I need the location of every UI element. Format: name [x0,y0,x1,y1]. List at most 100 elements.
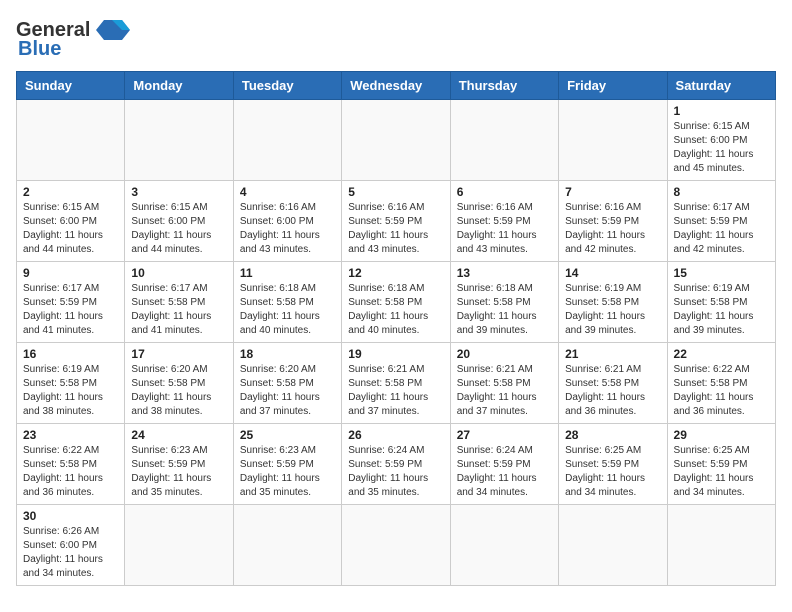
logo-area: General Blue [16,16,130,61]
week-row-3: 9 Sunrise: 6:17 AMSunset: 5:59 PMDaylight… [17,262,776,343]
week-row-5: 23Sunrise: 6:22 AMSunset: 5:58 PMDayligh… [17,424,776,505]
day-number: 21 [565,347,660,361]
day-cell: 27 Sunrise: 6:24 AMSunset: 5:59 PMDayligh… [450,424,558,505]
day-info: Sunrise: 6:20 AMSunset: 5:58 PMDaylight:… [131,363,226,419]
day-number: 3 [131,185,226,199]
day-cell [342,100,450,181]
day-cell: 6 Sunrise: 6:16 AMSunset: 5:59 PMDaylight… [450,181,558,262]
day-info: Sunrise: 6:19 AMSunset: 5:58 PMDaylight:… [23,363,118,419]
day-cell: 20 Sunrise: 6:21 AMSunset: 5:58 PMDayligh… [450,343,558,424]
day-number: 14 [565,266,660,280]
day-number: 18 [240,347,335,361]
day-cell: 30 Sunrise: 6:26 AMSunset: 6:00 PMDayligh… [17,505,125,586]
day-number: 26 [348,428,443,442]
day-header-thursday: Thursday [450,72,558,100]
header: General Blue [16,16,776,61]
day-cell: 25 Sunrise: 6:23 AMSunset: 5:59 PMDayligh… [233,424,341,505]
day-number: 27 [457,428,552,442]
day-info: Sunrise: 6:26 AMSunset: 6:00 PMDaylight:… [23,525,118,581]
day-header-monday: Monday [125,72,233,100]
week-row-2: 2 Sunrise: 6:15 AMSunset: 6:00 PMDaylight… [17,181,776,262]
day-header-wednesday: Wednesday [342,72,450,100]
day-cell: 5 Sunrise: 6:16 AMSunset: 5:59 PMDaylight… [342,181,450,262]
day-cell: 1 Sunrise: 6:15 AMSunset: 6:00 PMDaylight… [667,100,775,181]
day-info: Sunrise: 6:23 AMSunset: 5:59 PMDaylight:… [131,444,226,500]
day-info: Sunrise: 6:17 AMSunset: 5:59 PMDaylight:… [23,282,118,338]
week-row-1: 1 Sunrise: 6:15 AMSunset: 6:00 PMDaylight… [17,100,776,181]
day-info: Sunrise: 6:24 AMSunset: 5:59 PMDaylight:… [348,444,443,500]
day-number: 10 [131,266,226,280]
days-header-row: SundayMondayTuesdayWednesdayThursdayFrid… [17,72,776,100]
day-cell: 24Sunrise: 6:23 AMSunset: 5:59 PMDayligh… [125,424,233,505]
day-cell [17,100,125,181]
day-info: Sunrise: 6:16 AMSunset: 5:59 PMDaylight:… [565,201,660,257]
day-info: Sunrise: 6:21 AMSunset: 5:58 PMDaylight:… [457,363,552,419]
day-info: Sunrise: 6:15 AMSunset: 6:00 PMDaylight:… [23,201,118,257]
day-info: Sunrise: 6:17 AMSunset: 5:59 PMDaylight:… [674,201,769,257]
day-cell: 10Sunrise: 6:17 AMSunset: 5:58 PMDayligh… [125,262,233,343]
day-info: Sunrise: 6:16 AMSunset: 5:59 PMDaylight:… [348,201,443,257]
day-cell [559,505,667,586]
day-info: Sunrise: 6:15 AMSunset: 6:00 PMDaylight:… [131,201,226,257]
day-header-saturday: Saturday [667,72,775,100]
day-info: Sunrise: 6:20 AMSunset: 5:58 PMDaylight:… [240,363,335,419]
day-info: Sunrise: 6:22 AMSunset: 5:58 PMDaylight:… [674,363,769,419]
day-cell: 29 Sunrise: 6:25 AMSunset: 5:59 PMDayligh… [667,424,775,505]
day-cell: 16 Sunrise: 6:19 AMSunset: 5:58 PMDayligh… [17,343,125,424]
day-info: Sunrise: 6:23 AMSunset: 5:59 PMDaylight:… [240,444,335,500]
day-cell [342,505,450,586]
day-number: 5 [348,185,443,199]
day-info: Sunrise: 6:25 AMSunset: 5:59 PMDaylight:… [674,444,769,500]
day-number: 16 [23,347,118,361]
calendar-table: SundayMondayTuesdayWednesdayThursdayFrid… [16,71,776,586]
day-cell: 7 Sunrise: 6:16 AMSunset: 5:59 PMDaylight… [559,181,667,262]
day-number: 15 [674,266,769,280]
day-number: 12 [348,266,443,280]
week-row-6: 30 Sunrise: 6:26 AMSunset: 6:00 PMDayligh… [17,505,776,586]
day-cell: 3 Sunrise: 6:15 AMSunset: 6:00 PMDaylight… [125,181,233,262]
day-info: Sunrise: 6:21 AMSunset: 5:58 PMDaylight:… [565,363,660,419]
day-number: 9 [23,266,118,280]
day-cell [667,505,775,586]
day-number: 28 [565,428,660,442]
week-row-4: 16 Sunrise: 6:19 AMSunset: 5:58 PMDayligh… [17,343,776,424]
day-number: 29 [674,428,769,442]
day-header-tuesday: Tuesday [233,72,341,100]
day-cell [125,505,233,586]
day-cell: 17Sunrise: 6:20 AMSunset: 5:58 PMDayligh… [125,343,233,424]
day-number: 19 [348,347,443,361]
day-info: Sunrise: 6:16 AMSunset: 5:59 PMDaylight:… [457,201,552,257]
day-number: 7 [565,185,660,199]
day-info: Sunrise: 6:19 AMSunset: 5:58 PMDaylight:… [674,282,769,338]
day-number: 30 [23,509,118,523]
day-cell: 18 Sunrise: 6:20 AMSunset: 5:58 PMDayligh… [233,343,341,424]
day-cell: 2 Sunrise: 6:15 AMSunset: 6:00 PMDaylight… [17,181,125,262]
day-info: Sunrise: 6:25 AMSunset: 5:59 PMDaylight:… [565,444,660,500]
day-number: 23 [23,428,118,442]
logo-icon [94,16,130,44]
day-cell: 9 Sunrise: 6:17 AMSunset: 5:59 PMDaylight… [17,262,125,343]
day-info: Sunrise: 6:19 AMSunset: 5:58 PMDaylight:… [565,282,660,338]
day-number: 1 [674,104,769,118]
day-cell: 12Sunrise: 6:18 AMSunset: 5:58 PMDayligh… [342,262,450,343]
day-cell: 13 Sunrise: 6:18 AMSunset: 5:58 PMDayligh… [450,262,558,343]
day-number: 6 [457,185,552,199]
day-cell [450,505,558,586]
day-number: 25 [240,428,335,442]
day-header-sunday: Sunday [17,72,125,100]
day-number: 13 [457,266,552,280]
day-cell: 22 Sunrise: 6:22 AMSunset: 5:58 PMDayligh… [667,343,775,424]
day-info: Sunrise: 6:24 AMSunset: 5:59 PMDaylight:… [457,444,552,500]
day-number: 22 [674,347,769,361]
day-cell: 14 Sunrise: 6:19 AMSunset: 5:58 PMDayligh… [559,262,667,343]
day-cell: 8Sunrise: 6:17 AMSunset: 5:59 PMDaylight… [667,181,775,262]
day-info: Sunrise: 6:15 AMSunset: 6:00 PMDaylight:… [674,120,769,176]
day-info: Sunrise: 6:18 AMSunset: 5:58 PMDaylight:… [457,282,552,338]
day-number: 2 [23,185,118,199]
day-cell: 19Sunrise: 6:21 AMSunset: 5:58 PMDayligh… [342,343,450,424]
day-cell [233,505,341,586]
day-cell: 21 Sunrise: 6:21 AMSunset: 5:58 PMDayligh… [559,343,667,424]
day-cell: 15 Sunrise: 6:19 AMSunset: 5:58 PMDayligh… [667,262,775,343]
day-number: 20 [457,347,552,361]
day-cell: 26 Sunrise: 6:24 AMSunset: 5:59 PMDayligh… [342,424,450,505]
